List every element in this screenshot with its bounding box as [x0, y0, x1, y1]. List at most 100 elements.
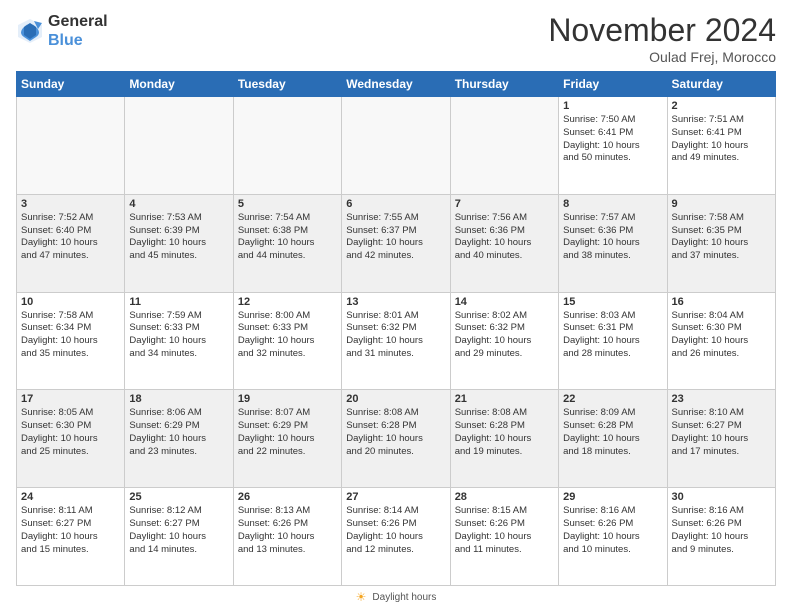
calendar-cell: 21Sunrise: 8:08 AMSunset: 6:28 PMDayligh… [450, 390, 558, 488]
title-block: November 2024 Oulad Frej, Morocco [548, 12, 776, 65]
day-info: Daylight: 10 hours [563, 237, 662, 250]
calendar-cell: 1Sunrise: 7:50 AMSunset: 6:41 PMDaylight… [559, 97, 667, 195]
day-number: 15 [563, 296, 662, 308]
calendar-cell: 12Sunrise: 8:00 AMSunset: 6:33 PMDayligh… [233, 292, 341, 390]
day-number: 27 [346, 491, 445, 503]
day-info: Daylight: 10 hours [672, 433, 771, 446]
day-info: and 34 minutes. [129, 348, 228, 361]
day-info: and 18 minutes. [563, 446, 662, 459]
day-number: 23 [672, 393, 771, 405]
day-info: Daylight: 10 hours [455, 531, 554, 544]
calendar-cell: 14Sunrise: 8:02 AMSunset: 6:32 PMDayligh… [450, 292, 558, 390]
day-number: 9 [672, 198, 771, 210]
calendar-cell: 29Sunrise: 8:16 AMSunset: 6:26 PMDayligh… [559, 488, 667, 586]
calendar-cell: 18Sunrise: 8:06 AMSunset: 6:29 PMDayligh… [125, 390, 233, 488]
page: General Blue November 2024 Oulad Frej, M… [0, 0, 792, 612]
day-info: Sunset: 6:27 PM [672, 420, 771, 433]
day-info: Sunset: 6:28 PM [455, 420, 554, 433]
day-number: 1 [563, 100, 662, 112]
day-number: 24 [21, 491, 120, 503]
day-info: and 17 minutes. [672, 446, 771, 459]
day-info: and 19 minutes. [455, 446, 554, 459]
day-info: and 22 minutes. [238, 446, 337, 459]
day-info: Sunrise: 7:59 AM [129, 310, 228, 323]
day-info: and 50 minutes. [563, 152, 662, 165]
day-info: Daylight: 10 hours [672, 335, 771, 348]
sun-icon: ☀ [356, 590, 367, 604]
calendar-week-3: 17Sunrise: 8:05 AMSunset: 6:30 PMDayligh… [17, 390, 776, 488]
day-info: Daylight: 10 hours [129, 335, 228, 348]
day-info: and 40 minutes. [455, 250, 554, 263]
day-info: Daylight: 10 hours [129, 433, 228, 446]
day-info: Sunset: 6:34 PM [21, 322, 120, 335]
day-info: and 23 minutes. [129, 446, 228, 459]
day-info: Sunrise: 8:14 AM [346, 505, 445, 518]
day-info: Daylight: 10 hours [129, 531, 228, 544]
day-number: 29 [563, 491, 662, 503]
day-info: Sunset: 6:26 PM [346, 518, 445, 531]
day-info: Daylight: 10 hours [455, 433, 554, 446]
day-info: Sunset: 6:41 PM [672, 127, 771, 140]
day-info: Sunrise: 8:15 AM [455, 505, 554, 518]
calendar-cell [450, 97, 558, 195]
col-wednesday: Wednesday [342, 72, 450, 97]
day-info: Sunset: 6:36 PM [563, 225, 662, 238]
day-number: 6 [346, 198, 445, 210]
day-number: 19 [238, 393, 337, 405]
day-info: Daylight: 10 hours [21, 433, 120, 446]
day-number: 26 [238, 491, 337, 503]
legend: ☀ Daylight hours [16, 590, 776, 604]
calendar-cell: 7Sunrise: 7:56 AMSunset: 6:36 PMDaylight… [450, 194, 558, 292]
calendar-cell: 4Sunrise: 7:53 AMSunset: 6:39 PMDaylight… [125, 194, 233, 292]
day-info: Sunrise: 8:05 AM [21, 407, 120, 420]
day-info: Daylight: 10 hours [346, 237, 445, 250]
day-info: and 32 minutes. [238, 348, 337, 361]
day-info: Daylight: 10 hours [672, 237, 771, 250]
day-info: and 38 minutes. [563, 250, 662, 263]
day-info: Daylight: 10 hours [563, 140, 662, 153]
day-number: 30 [672, 491, 771, 503]
day-info: and 44 minutes. [238, 250, 337, 263]
day-info: and 12 minutes. [346, 544, 445, 557]
day-info: and 10 minutes. [563, 544, 662, 557]
day-info: Sunrise: 8:03 AM [563, 310, 662, 323]
day-info: Sunrise: 8:02 AM [455, 310, 554, 323]
location: Oulad Frej, Morocco [548, 49, 776, 65]
col-sunday: Sunday [17, 72, 125, 97]
day-number: 7 [455, 198, 554, 210]
day-info: Sunrise: 7:51 AM [672, 114, 771, 127]
day-info: Sunset: 6:27 PM [129, 518, 228, 531]
day-info: Daylight: 10 hours [346, 335, 445, 348]
day-info: Sunrise: 7:57 AM [563, 212, 662, 225]
calendar-cell [17, 97, 125, 195]
day-info: Sunset: 6:28 PM [563, 420, 662, 433]
day-info: Daylight: 10 hours [346, 531, 445, 544]
day-info: Daylight: 10 hours [563, 531, 662, 544]
calendar-cell [342, 97, 450, 195]
day-info: and 49 minutes. [672, 152, 771, 165]
day-info: and 29 minutes. [455, 348, 554, 361]
day-info: Sunset: 6:26 PM [672, 518, 771, 531]
day-info: Sunset: 6:27 PM [21, 518, 120, 531]
day-info: and 9 minutes. [672, 544, 771, 557]
header: General Blue November 2024 Oulad Frej, M… [16, 12, 776, 65]
day-info: Sunrise: 7:52 AM [21, 212, 120, 225]
day-info: Sunrise: 8:07 AM [238, 407, 337, 420]
day-info: Sunset: 6:26 PM [238, 518, 337, 531]
day-info: and 31 minutes. [346, 348, 445, 361]
calendar-week-4: 24Sunrise: 8:11 AMSunset: 6:27 PMDayligh… [17, 488, 776, 586]
calendar-cell [125, 97, 233, 195]
day-info: and 42 minutes. [346, 250, 445, 263]
calendar-cell: 10Sunrise: 7:58 AMSunset: 6:34 PMDayligh… [17, 292, 125, 390]
calendar-cell: 15Sunrise: 8:03 AMSunset: 6:31 PMDayligh… [559, 292, 667, 390]
day-number: 16 [672, 296, 771, 308]
day-number: 8 [563, 198, 662, 210]
day-number: 20 [346, 393, 445, 405]
day-info: Sunrise: 8:13 AM [238, 505, 337, 518]
calendar-cell: 5Sunrise: 7:54 AMSunset: 6:38 PMDaylight… [233, 194, 341, 292]
day-info: and 20 minutes. [346, 446, 445, 459]
day-info: Sunset: 6:41 PM [563, 127, 662, 140]
calendar-cell: 11Sunrise: 7:59 AMSunset: 6:33 PMDayligh… [125, 292, 233, 390]
calendar-cell: 19Sunrise: 8:07 AMSunset: 6:29 PMDayligh… [233, 390, 341, 488]
day-info: Sunset: 6:31 PM [563, 322, 662, 335]
